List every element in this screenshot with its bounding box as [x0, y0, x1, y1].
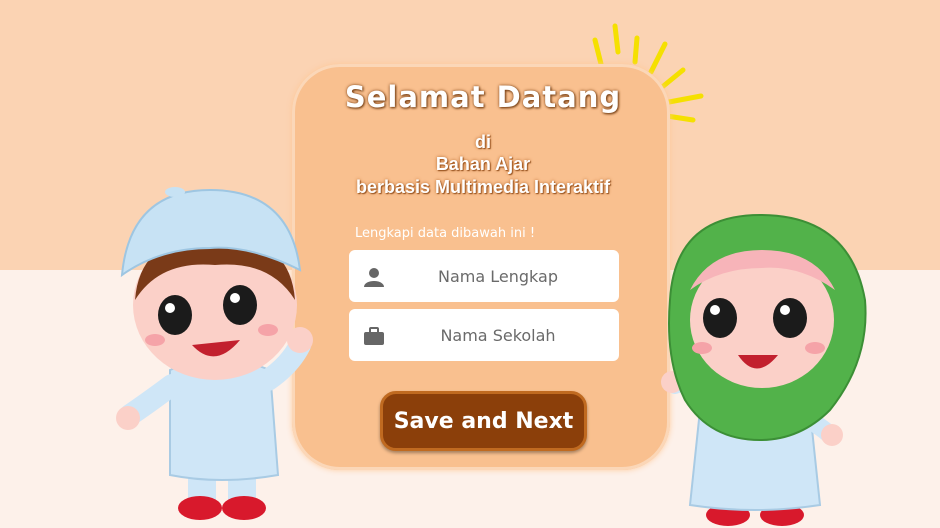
boy-character-illustration — [116, 187, 313, 520]
user-icon — [364, 268, 384, 287]
welcome-subtitle-multimedia: berbasis Multimedia Interaktif — [355, 177, 611, 197]
save-and-next-button[interactable]: Save and Next — [380, 391, 587, 451]
school-name-field-container — [349, 309, 619, 361]
welcome-subtitle-bahan-ajar: Bahan Ajar — [435, 154, 531, 174]
full-name-input[interactable] — [349, 250, 619, 302]
briefcase-icon — [364, 327, 384, 345]
form-hint: Lengkapi data dibawah ini ! — [355, 226, 536, 241]
school-name-input[interactable] — [349, 309, 619, 361]
welcome-subtitle-di: di — [475, 132, 491, 152]
full-name-field-container — [349, 250, 619, 302]
welcome-title: Selamat Datang — [344, 80, 622, 114]
girl-character-illustration — [661, 213, 867, 526]
